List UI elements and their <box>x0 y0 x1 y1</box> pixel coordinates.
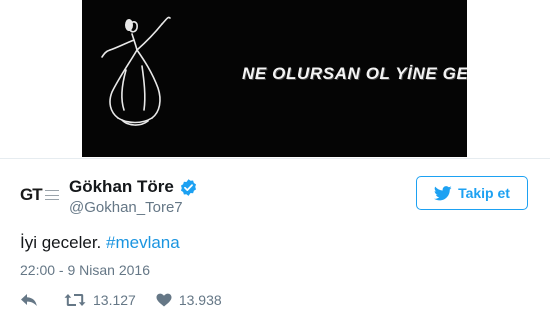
hashtag-link[interactable]: #mevlana <box>106 233 180 252</box>
like-count: 13.938 <box>178 292 222 308</box>
media-caption: NE OLURSAN OL YİNE GEL... <box>242 64 467 83</box>
retweet-icon <box>64 294 86 306</box>
tweet-body: İyi geceler. <box>20 233 102 252</box>
heart-icon <box>156 293 172 307</box>
media-image[interactable]: NE OLURSAN OL YİNE GEL... <box>82 0 467 157</box>
logo-lines <box>44 190 59 200</box>
tweet-media[interactable]: NE OLURSAN OL YİNE GEL... <box>0 0 550 157</box>
retweet-button[interactable]: 13.127 <box>64 292 136 308</box>
verified-badge-icon <box>180 178 196 196</box>
reply-button[interactable] <box>20 293 38 307</box>
tweet-text: İyi geceler. #mevlana <box>20 233 180 253</box>
author-name-row[interactable]: Gökhan Töre <box>69 177 198 197</box>
like-button[interactable]: 13.938 <box>156 292 222 308</box>
author-name[interactable]: Gökhan Töre <box>69 177 174 197</box>
tweet-actions: 13.127 13.938 <box>20 292 222 308</box>
follow-button-label: Takip et <box>458 185 510 201</box>
media-divider <box>0 158 550 159</box>
retweet-count: 13.127 <box>93 292 136 308</box>
reply-icon <box>21 294 37 306</box>
author-avatar[interactable]: GT <box>20 185 64 205</box>
follow-button[interactable]: Takip et <box>416 176 528 210</box>
author-handle[interactable]: @Gokhan_Tore7 <box>69 199 183 216</box>
gt-logo-icon: GT <box>20 185 43 204</box>
twitter-bird-icon <box>434 185 452 200</box>
tweet-timestamp[interactable]: 22:00 - 9 Nisan 2016 <box>20 262 150 278</box>
